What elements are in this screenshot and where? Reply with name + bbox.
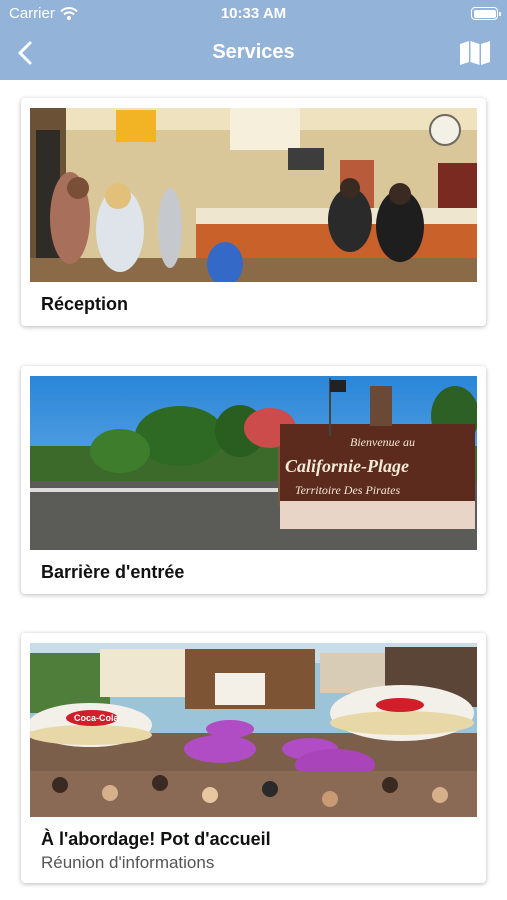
service-card-welcome-drink[interactable]: Coca-Cola À l'abordage! Pot d'accueil Ré…: [21, 633, 486, 883]
sign-text-line1: Bienvenue au: [350, 435, 415, 449]
reception-desk-photo: [30, 108, 477, 282]
service-card-reception[interactable]: Réception: [21, 98, 486, 326]
status-bar: Carrier 10:33 AM: [0, 0, 507, 28]
battery-icon: [471, 7, 501, 20]
service-title: Barrière d'entrée: [41, 562, 185, 582]
terrace-parasols-photo: Coca-Cola: [30, 643, 477, 817]
service-title: Réception: [41, 294, 129, 314]
entrance-gate-photo: Bienvenue au Californie-Plage Territoire…: [30, 376, 477, 550]
map-button[interactable]: [457, 38, 493, 68]
status-time: 10:33 AM: [220, 5, 287, 22]
service-title: À l'abordage! Pot d'accueil: [41, 829, 271, 849]
parasol-brand-text: Coca-Cola: [74, 713, 120, 723]
sign-text-line3: Territoire Des Pirates: [295, 483, 400, 497]
service-subtitle: Réunion d'informations: [41, 853, 215, 872]
page-title: Services: [212, 41, 295, 63]
map-icon: [460, 41, 490, 65]
service-card-entrance-gate[interactable]: Bienvenue au Californie-Plage Territoire…: [21, 366, 486, 594]
top-bar: Carrier 10:33 AM Services: [0, 0, 507, 80]
nav-bar: Services: [0, 30, 507, 75]
sign-text-line2: Californie-Plage: [285, 456, 409, 476]
